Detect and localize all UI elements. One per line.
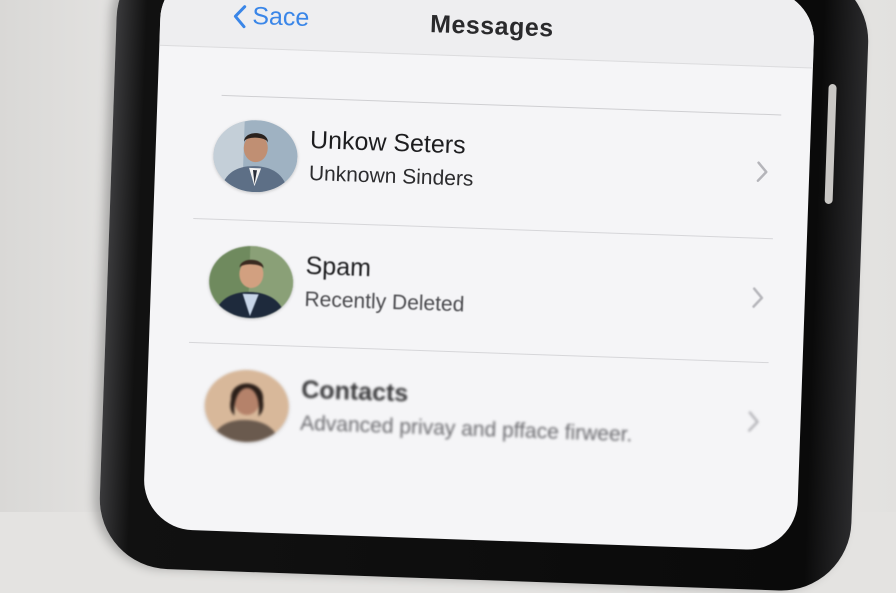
side-button [824, 83, 837, 205]
list-item-spam[interactable]: Spam Recently Deleted [189, 232, 772, 362]
back-label: Sace [251, 1, 310, 32]
row-title: Contacts [300, 375, 409, 408]
chevron-right-icon [756, 161, 768, 182]
page-title: Messages [429, 10, 555, 43]
navigation-bar: Sace Messages [159, 0, 816, 69]
list-item-contacts[interactable]: Contacts Advanced privay and pfface firw… [185, 356, 768, 486]
avatar [207, 244, 295, 320]
phone-screen: Sace Messages Unkow Seters Unknown Sinde… [142, 0, 816, 552]
avatar [212, 118, 299, 194]
list-item-unknown-senders[interactable]: Unkow Seters Unknown Sinders [193, 106, 776, 236]
chevron-right-icon [752, 287, 764, 308]
chevron-left-icon [233, 4, 247, 28]
avatar [203, 368, 290, 444]
row-subtitle: Unknown Sinders [308, 162, 474, 191]
row-subtitle: Advanced privay and pfface firweer. [299, 411, 633, 447]
row-title: Spam [305, 251, 372, 283]
back-button[interactable]: Sace [232, 1, 310, 33]
row-subtitle: Recently Deleted [304, 287, 465, 317]
chevron-right-icon [747, 411, 759, 432]
row-title: Unkow Seters [309, 126, 467, 160]
